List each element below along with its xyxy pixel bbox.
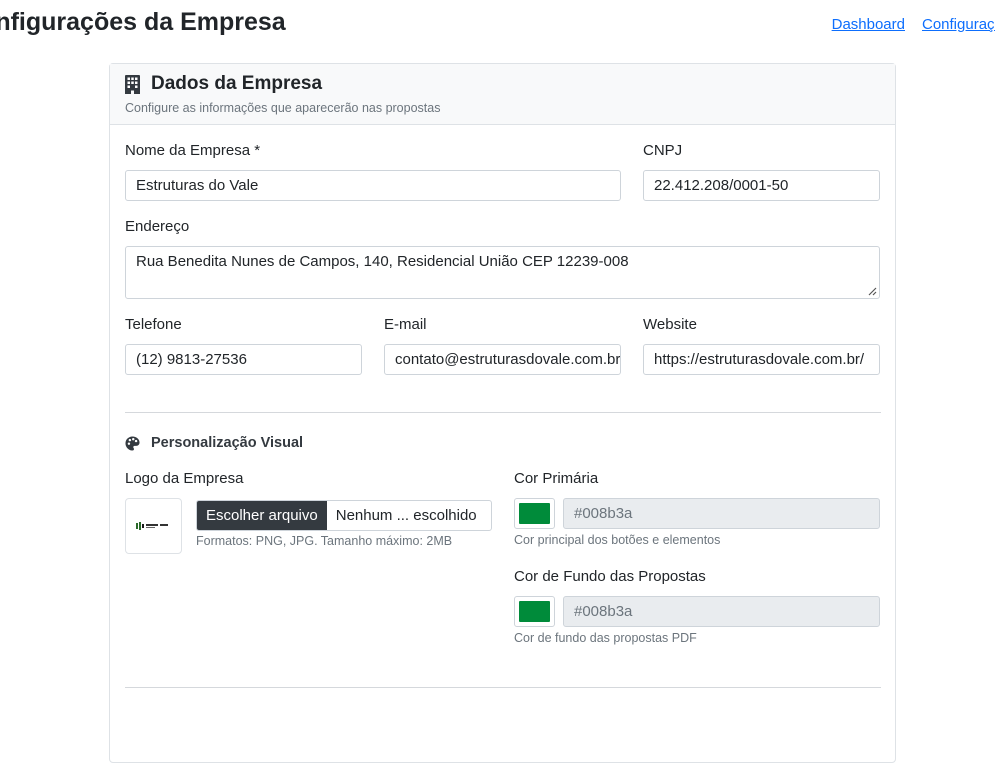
website-label: Website [643, 316, 697, 333]
divider [125, 412, 881, 413]
primary-color-help: Cor principal dos botões e elementos [514, 533, 721, 547]
bg-color-input[interactable]: #008b3a [563, 596, 880, 627]
logo-help-text: Formatos: PNG, JPG. Tamanho máximo: 2MB [196, 534, 453, 548]
phone-input[interactable]: (12) 9813-27536 [125, 344, 362, 375]
page-title: Configurações da Empresa [0, 8, 286, 36]
bg-color-help: Cor de fundo das propostas PDF [514, 631, 697, 645]
email-label: E-mail [384, 316, 427, 333]
bg-color-swatch [519, 601, 550, 622]
visual-section-label: Personalização Visual [151, 435, 304, 451]
cnpj-label: CNPJ [643, 142, 683, 159]
phone-label: Telefone [125, 316, 182, 333]
breadcrumb: Dashboard Configurações [815, 16, 995, 33]
company-name-input[interactable]: Estruturas do Vale [125, 170, 621, 201]
breadcrumb-configuracoes-link[interactable]: Configurações [922, 16, 995, 33]
palette-icon [125, 435, 140, 451]
website-input[interactable]: https://estruturasdovale.com.br/ [643, 344, 880, 375]
address-text: Rua Benedita Nunes de Campos, 140, Resid… [136, 253, 629, 270]
building-icon [125, 74, 140, 94]
bg-color-label: Cor de Fundo das Propostas [514, 568, 706, 585]
visual-section-title: Personalização Visual [125, 435, 303, 451]
logo-label: Logo da Empresa [125, 470, 244, 487]
company-logo-image [135, 522, 168, 530]
email-input[interactable]: contato@estruturasdovale.com.br [384, 344, 621, 375]
breadcrumb-dashboard-link[interactable]: Dashboard [832, 16, 905, 33]
address-textarea[interactable]: Rua Benedita Nunes de Campos, 140, Resid… [125, 246, 880, 299]
choose-file-button[interactable]: Escolher arquivo [197, 501, 327, 530]
card-subtitle: Configure as informações que aparecerão … [125, 101, 441, 115]
primary-color-label: Cor Primária [514, 470, 599, 487]
cnpj-input[interactable]: 22.412.208/0001-50 [643, 170, 880, 201]
company-name-label: Nome da Empresa * [125, 142, 261, 159]
bg-color-picker[interactable] [514, 596, 555, 627]
card-header: Dados da Empresa Configure as informaçõe… [110, 64, 895, 125]
resize-grip-icon[interactable] [868, 287, 877, 296]
company-data-card: Dados da Empresa Configure as informaçõe… [109, 63, 896, 763]
primary-color-swatch [519, 503, 550, 524]
file-name-text: Nenhum ... escolhido [335, 507, 477, 524]
logo-preview [125, 498, 182, 554]
divider-bottom [125, 687, 881, 688]
logo-file-input[interactable]: Escolher arquivo Nenhum ... escolhido [196, 500, 492, 531]
address-label: Endereço [125, 218, 190, 235]
primary-color-picker[interactable] [514, 498, 555, 529]
card-title: Dados da Empresa [151, 73, 323, 94]
primary-color-input[interactable]: #008b3a [563, 498, 880, 529]
